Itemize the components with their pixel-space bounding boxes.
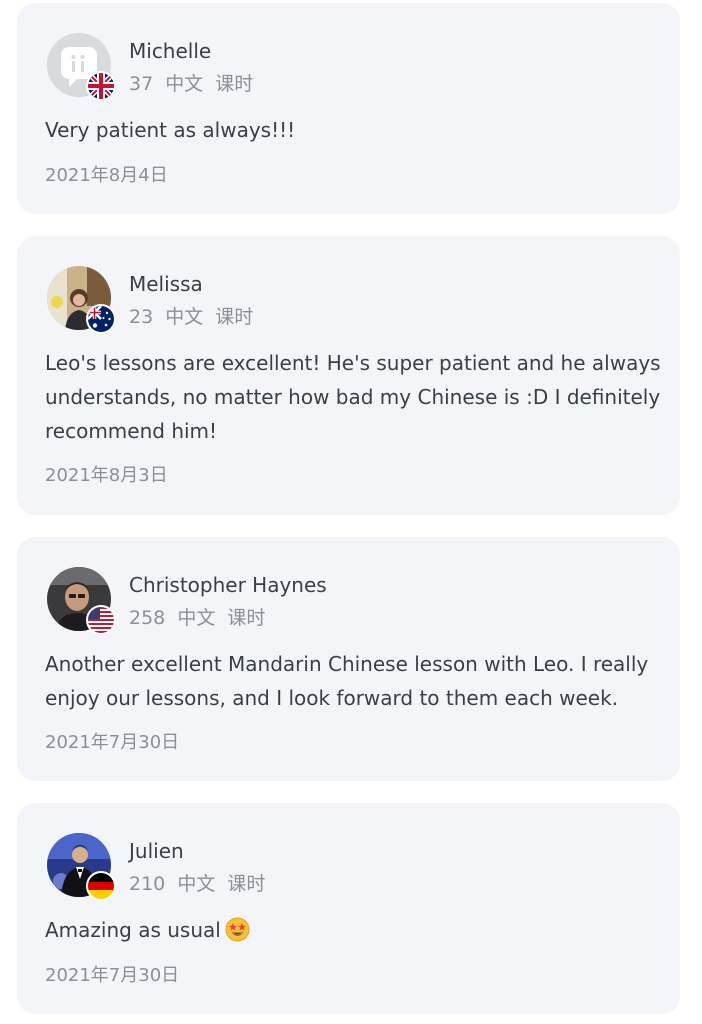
review-card: Julien 210 中文 课时 Amazing as usual 2021年7… [17, 803, 680, 1014]
lesson-count-number: 210 [129, 873, 166, 895]
review-text: Another excellent Mandarin Chinese lesso… [45, 652, 649, 710]
united-states-flag-icon [86, 605, 116, 635]
review-text: Amazing as usual [45, 918, 221, 942]
lesson-count-language: 中文 [165, 73, 204, 95]
lesson-count-unit: 课时 [227, 873, 266, 895]
lesson-count-unit: 课时 [215, 306, 254, 328]
review-text-container: Amazing as usual [45, 913, 665, 947]
lesson-count: 37 中文 课时 [129, 69, 253, 96]
review-date: 2021年8月4日 [45, 165, 168, 186]
review-date: 2021年7月30日 [45, 965, 180, 986]
united-kingdom-flag-icon [86, 71, 116, 101]
star-struck-emoji-icon [225, 917, 250, 942]
lesson-count-number: 23 [129, 306, 154, 328]
lesson-count-language: 中文 [177, 607, 216, 629]
lesson-count-number: 37 [129, 73, 154, 95]
review-text: Very patient as always!!! [45, 118, 296, 142]
lesson-count: 23 中文 课时 [129, 302, 253, 329]
lesson-count: 210 中文 课时 [129, 869, 265, 896]
review-date: 2021年8月3日 [45, 465, 168, 486]
review-card: Melissa 23 中文 课时 Leo's lessons are excel… [17, 236, 680, 515]
germany-flag-icon [86, 871, 116, 901]
reviewer-name[interactable]: Julien [129, 839, 184, 863]
lesson-count-number: 258 [129, 607, 166, 629]
lesson-count-language: 中文 [177, 873, 216, 895]
review-card: Michelle 37 中文 课时 Very patient as always… [17, 3, 680, 214]
lesson-count: 258 中文 课时 [129, 603, 265, 630]
review-date: 2021年7月30日 [45, 732, 180, 753]
lesson-count-language: 中文 [165, 306, 204, 328]
australia-flag-icon [86, 304, 116, 334]
review-card: Christopher Haynes 258 中文 课时 Another exc… [17, 537, 680, 781]
reviewer-name[interactable]: Melissa [129, 272, 203, 296]
reviewer-name[interactable]: Christopher Haynes [129, 573, 327, 597]
reviewer-name[interactable]: Michelle [129, 39, 211, 63]
lesson-count-unit: 课时 [227, 607, 266, 629]
lesson-count-unit: 课时 [215, 73, 254, 95]
review-text: Leo's lessons are excellent! He's super … [45, 351, 661, 443]
